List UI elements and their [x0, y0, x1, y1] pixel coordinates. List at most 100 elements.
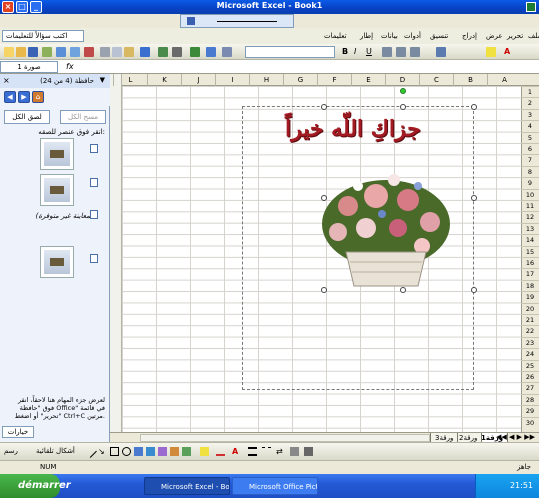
- menu-tools[interactable]: أدوات: [404, 32, 421, 40]
- row-header-4[interactable]: 4: [521, 120, 539, 131]
- rotate-handle[interactable]: [400, 88, 406, 94]
- line-icon[interactable]: [84, 445, 97, 458]
- autosum-icon[interactable]: [172, 47, 182, 57]
- row-header-2[interactable]: 2: [521, 97, 539, 108]
- resize-handle[interactable]: [471, 195, 477, 201]
- save-icon[interactable]: [28, 47, 38, 57]
- row-header-30[interactable]: 30: [521, 416, 539, 428]
- print-icon[interactable]: [56, 47, 66, 57]
- row-header-11[interactable]: 11: [521, 200, 539, 211]
- font-color-icon[interactable]: A: [504, 47, 514, 57]
- rectangle-icon[interactable]: [110, 447, 119, 456]
- font-color-icon[interactable]: A: [232, 447, 241, 456]
- worksheet[interactable]: ABCDEFGHIJKL 1 2 3 4 5 6 7 8 9 10 11 12 13 14 15 16 17 18…: [110, 74, 539, 432]
- flower-basket-image[interactable]: [318, 166, 454, 290]
- name-box[interactable]: صورة 1: [0, 61, 58, 73]
- column-header-i[interactable]: I: [215, 74, 249, 86]
- row-header-18[interactable]: 18: [521, 279, 539, 291]
- paste-icon[interactable]: [124, 47, 134, 57]
- column-header-b[interactable]: B: [453, 74, 487, 86]
- draw-menu[interactable]: رسم: [4, 447, 18, 455]
- new-icon[interactable]: [4, 47, 14, 57]
- cut-icon[interactable]: [100, 47, 110, 57]
- dash-style-icon[interactable]: [262, 447, 271, 456]
- preview-icon[interactable]: [70, 47, 80, 57]
- row-header-23[interactable]: 23: [521, 336, 539, 348]
- column-header-g[interactable]: G: [283, 74, 317, 86]
- arrow-icon[interactable]: ↘: [98, 447, 107, 456]
- vertical-scrollbar[interactable]: [110, 74, 122, 432]
- fill-color-icon[interactable]: [486, 47, 496, 57]
- minimize-button[interactable]: _: [30, 1, 42, 13]
- row-header-12[interactable]: 12: [521, 211, 539, 222]
- horizontal-scrollbar[interactable]: [140, 434, 430, 442]
- column-header-e[interactable]: E: [351, 74, 385, 86]
- maximize-button[interactable]: □: [16, 1, 28, 13]
- fill-color-icon[interactable]: [200, 447, 209, 456]
- column-header-c[interactable]: C: [419, 74, 453, 86]
- wordart-icon[interactable]: [146, 447, 155, 456]
- row-header-10[interactable]: 10: [521, 188, 539, 200]
- menu-view[interactable]: عرض: [486, 32, 503, 40]
- resize-handle[interactable]: [400, 104, 406, 110]
- menu-format[interactable]: تنسيق: [430, 32, 448, 40]
- underline-icon[interactable]: U: [366, 47, 376, 57]
- resize-handle[interactable]: [321, 195, 327, 201]
- row-header-5[interactable]: 5: [521, 131, 539, 143]
- resize-handle[interactable]: [321, 104, 327, 110]
- row-header-28[interactable]: 28: [521, 393, 539, 405]
- row-header-19[interactable]: 19: [521, 291, 539, 302]
- line-style-toolbar[interactable]: [180, 14, 294, 28]
- options-button[interactable]: خيارات: [2, 426, 34, 438]
- taskbar-item-picture-manager[interactable]: Microsoft Office Pict...: [232, 477, 318, 495]
- clipart-icon[interactable]: [170, 447, 179, 456]
- merge-icon[interactable]: [410, 47, 420, 57]
- center-icon[interactable]: [396, 47, 406, 57]
- row-header-17[interactable]: 17: [521, 268, 539, 279]
- clear-all-button[interactable]: مسح الكل: [60, 110, 106, 124]
- function-icon[interactable]: fx: [66, 62, 74, 71]
- autoshapes-menu[interactable]: أشكال تلقائية: [36, 447, 75, 455]
- 3d-icon[interactable]: [304, 447, 313, 456]
- row-header-25[interactable]: 25: [521, 359, 539, 371]
- resize-handle[interactable]: [400, 287, 406, 293]
- row-header-1[interactable]: 1: [521, 86, 539, 97]
- line-color-icon[interactable]: [187, 17, 195, 25]
- home-icon[interactable]: ⌂: [32, 91, 44, 103]
- row-header-6[interactable]: 6: [521, 143, 539, 154]
- column-header-l[interactable]: L: [113, 74, 147, 86]
- row-header-15[interactable]: 15: [521, 245, 539, 257]
- sort-icon[interactable]: [190, 47, 200, 57]
- row-header-13[interactable]: 13: [521, 222, 539, 234]
- shadow-icon[interactable]: [290, 447, 299, 456]
- resize-handle[interactable]: [471, 104, 477, 110]
- pane-menu-icon[interactable]: ▼: [100, 76, 105, 84]
- column-header-k[interactable]: K: [147, 74, 181, 86]
- menu-help[interactable]: تعليمات: [324, 32, 347, 40]
- oval-icon[interactable]: [122, 447, 131, 456]
- italic-icon[interactable]: I: [354, 47, 364, 57]
- clip-item[interactable]: [40, 246, 74, 278]
- row-header-8[interactable]: 8: [521, 165, 539, 177]
- menu-insert[interactable]: إدراج: [462, 32, 477, 40]
- forward-icon[interactable]: ▶: [18, 91, 30, 103]
- back-icon[interactable]: ◀: [4, 91, 16, 103]
- start-button[interactable]: démarrer: [0, 474, 71, 498]
- line-weight-icon[interactable]: [248, 447, 257, 456]
- align-icon[interactable]: [382, 47, 392, 57]
- borders-icon[interactable]: [436, 47, 446, 57]
- resize-handle[interactable]: [321, 287, 327, 293]
- menu-window[interactable]: إطار: [360, 32, 373, 40]
- close-button[interactable]: ×: [2, 1, 14, 13]
- row-header-27[interactable]: 27: [521, 382, 539, 393]
- row-header-14[interactable]: 14: [521, 234, 539, 245]
- tab-scroll-icon[interactable]: ◀◀ ◀ ▶ ▶▶: [496, 433, 535, 441]
- textbox-icon[interactable]: [134, 447, 143, 456]
- permission-icon[interactable]: [42, 47, 52, 57]
- copy-icon[interactable]: [112, 47, 122, 57]
- row-header-9[interactable]: 9: [521, 177, 539, 188]
- close-pane-icon[interactable]: ×: [3, 76, 10, 85]
- row-header-26[interactable]: 26: [521, 371, 539, 382]
- column-header-j[interactable]: J: [181, 74, 215, 86]
- row-header-29[interactable]: 29: [521, 405, 539, 416]
